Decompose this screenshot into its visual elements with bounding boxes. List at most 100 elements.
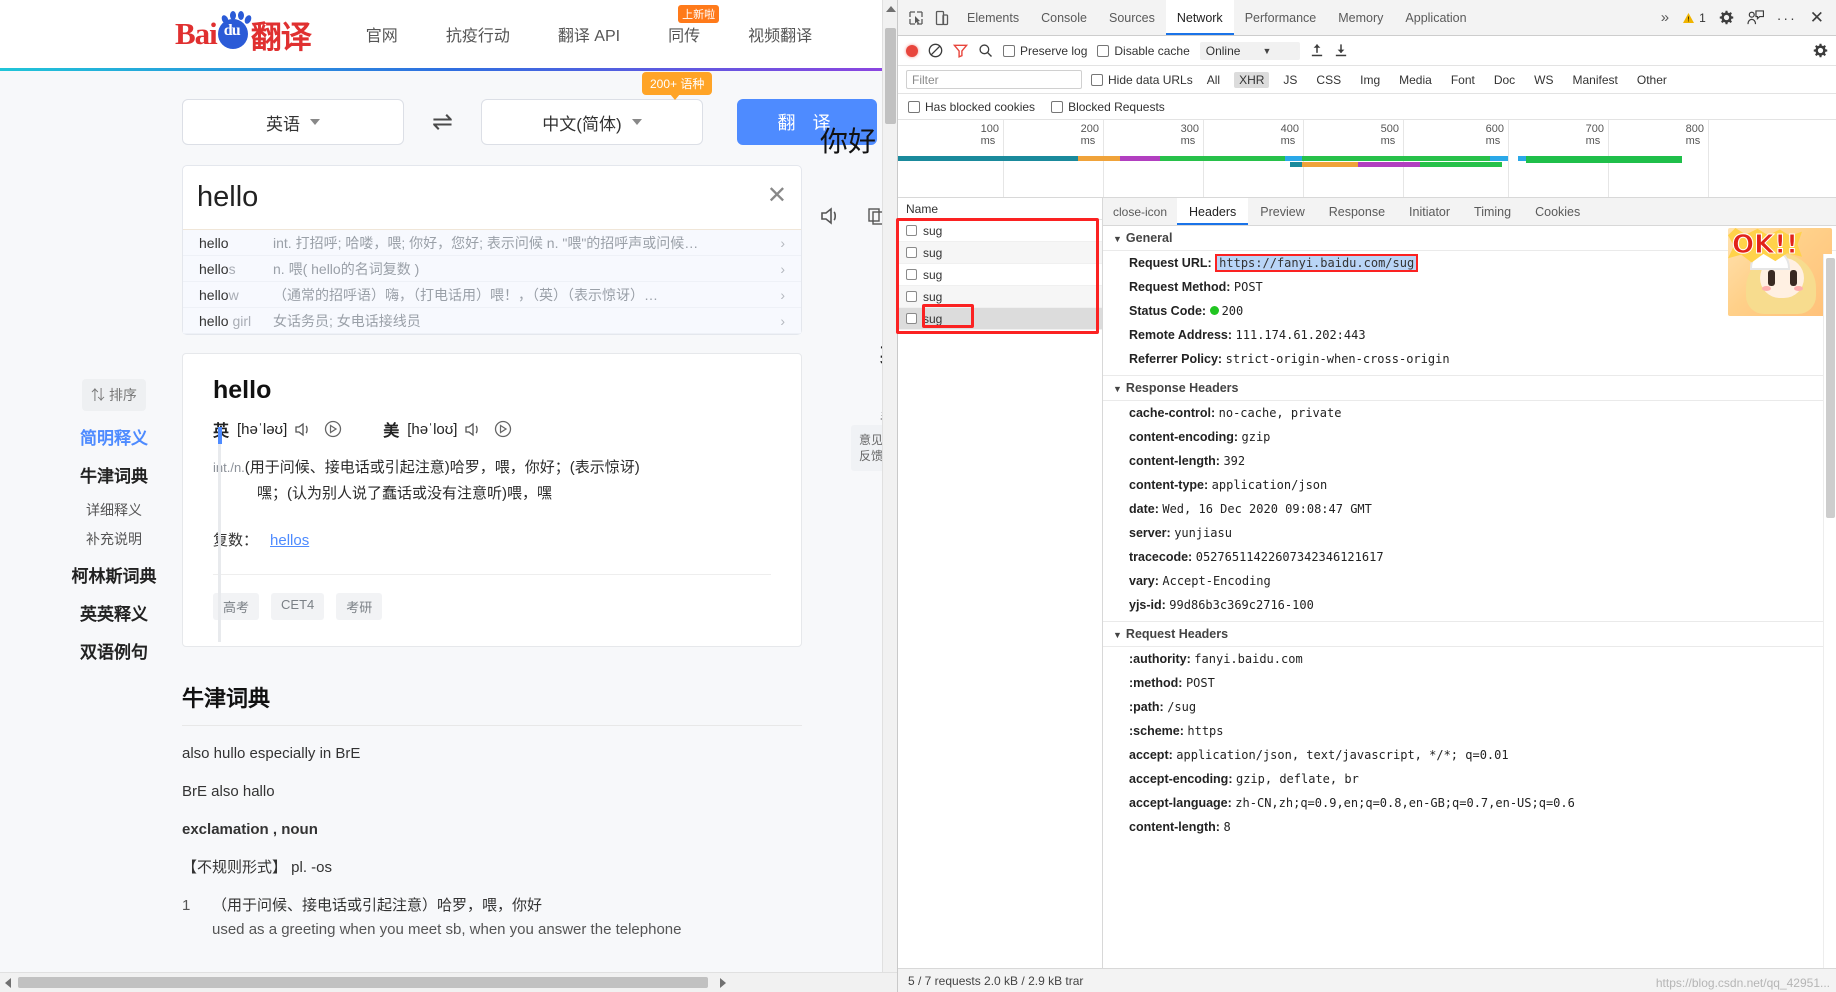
clear-input-icon[interactable]: ✕ xyxy=(767,184,787,208)
request-row[interactable]: sug xyxy=(898,220,1102,242)
suggestion-item[interactable]: hello girl 女话务员; 女电话接线员 › xyxy=(183,308,801,334)
target-language-select[interactable]: 中文(简体) xyxy=(480,99,703,145)
filter-type-doc[interactable]: Doc xyxy=(1489,72,1520,88)
filter-type-manifest[interactable]: Manifest xyxy=(1568,72,1623,88)
tab-memory[interactable]: Memory xyxy=(1327,0,1394,35)
feedback-icon[interactable] xyxy=(1747,10,1764,25)
page-vertical-scrollbar[interactable] xyxy=(882,0,897,972)
filter-type-other[interactable]: Other xyxy=(1632,72,1672,88)
sidebar-item-detail[interactable]: 详细释义 xyxy=(58,500,170,520)
filter-type-media[interactable]: Media xyxy=(1394,72,1437,88)
hide-data-urls-checkbox[interactable]: Hide data URLs xyxy=(1091,73,1193,87)
plural-link[interactable]: hellos xyxy=(270,532,309,549)
detail-tab-cookies[interactable]: Cookies xyxy=(1523,198,1592,225)
suggestion-item[interactable]: hello int. 打招呼; 哈喽，喂; 你好，您好; 表示问候 n. "喂"… xyxy=(183,230,801,256)
inspect-icon[interactable] xyxy=(908,10,924,26)
replay-icon[interactable] xyxy=(323,419,343,439)
nav-item-3[interactable]: 同传 上新啦 xyxy=(668,5,720,46)
warning-indicator[interactable]: 1 xyxy=(1682,11,1706,25)
import-har-icon[interactable] xyxy=(1310,43,1324,58)
clear-icon[interactable] xyxy=(928,43,943,58)
tab-sources[interactable]: Sources xyxy=(1098,0,1166,35)
nav-item-2[interactable]: 翻译 API xyxy=(558,22,620,46)
tab-performance[interactable]: Performance xyxy=(1234,0,1328,35)
detail-tab-response[interactable]: Response xyxy=(1317,198,1397,225)
suggestion-item[interactable]: hellow （通常的招呼语）嗨，（打电话用）喂！，（英）（表示惊讶）… › xyxy=(183,282,801,308)
speaker-icon[interactable] xyxy=(820,206,844,226)
detail-tab-headers[interactable]: Headers xyxy=(1177,198,1249,225)
scroll-left-icon[interactable] xyxy=(5,978,11,988)
network-cookiebar: Has blocked cookies Blocked Requests xyxy=(898,94,1836,120)
preserve-log-checkbox[interactable]: Preserve log xyxy=(1003,44,1087,58)
speaker-icon[interactable] xyxy=(295,421,315,438)
swap-languages-icon[interactable]: ⇌ xyxy=(432,107,453,137)
detail-tab-preview[interactable]: Preview xyxy=(1248,198,1316,225)
nav-item-1[interactable]: 抗疫行动 xyxy=(446,22,510,46)
headers-scrollbar[interactable] xyxy=(1823,254,1836,968)
scroll-thumb[interactable] xyxy=(885,28,896,124)
gear-icon[interactable] xyxy=(1719,10,1734,25)
scroll-thumb[interactable] xyxy=(1826,258,1835,518)
replay-icon[interactable] xyxy=(493,419,513,439)
sidebar-item-oxford[interactable]: 牛津词典 xyxy=(58,462,170,487)
header-value-url[interactable]: https://fanyi.baidu.com/sug xyxy=(1215,254,1419,272)
filter-type-xhr[interactable]: XHR xyxy=(1234,71,1270,88)
tab-elements[interactable]: Elements xyxy=(956,0,1030,35)
speaker-icon[interactable] xyxy=(465,421,485,438)
blocked-requests-checkbox[interactable]: Blocked Requests xyxy=(1051,100,1165,114)
source-language-select[interactable]: 英语 xyxy=(182,99,404,145)
filter-type-css[interactable]: CSS xyxy=(1311,72,1346,88)
request-row-selected[interactable]: sug xyxy=(898,308,1102,330)
response-headers-section-title[interactable]: ▼ Response Headers xyxy=(1103,375,1836,401)
source-text-input[interactable]: hello xyxy=(183,166,801,230)
close-devtools-icon[interactable]: ✕ xyxy=(1810,8,1824,28)
general-section-title[interactable]: ▼ General xyxy=(1103,226,1836,251)
nav-item-4[interactable]: 视频翻译 xyxy=(748,22,812,46)
filter-type-all[interactable]: All xyxy=(1202,72,1225,88)
scroll-up-icon[interactable] xyxy=(886,6,896,12)
disable-cache-checkbox[interactable]: Disable cache xyxy=(1097,44,1190,58)
search-icon[interactable] xyxy=(978,43,993,58)
scroll-right-icon[interactable] xyxy=(720,978,726,988)
tag-kaoyan[interactable]: 考研 xyxy=(336,593,383,620)
filter-icon[interactable] xyxy=(953,43,968,58)
header-row-referrer-policy: Referrer Policy: strict-origin-when-cros… xyxy=(1103,347,1836,371)
filter-type-js[interactable]: JS xyxy=(1278,72,1302,88)
throttling-select[interactable]: Online ▼ xyxy=(1199,41,1300,60)
filter-input[interactable]: Filter xyxy=(906,70,1082,89)
request-row[interactable]: sug xyxy=(898,286,1102,308)
settings-gear-icon[interactable] xyxy=(1813,43,1828,58)
request-headers-section-title[interactable]: ▼ Request Headers xyxy=(1103,621,1836,647)
sidebar-item-jianming[interactable]: 简明释义 xyxy=(58,424,170,449)
filter-type-ws[interactable]: WS xyxy=(1529,72,1558,88)
suggestion-item[interactable]: hellos n. 喂( hello的名词复数 ) › xyxy=(183,256,801,282)
more-options-icon[interactable]: ··· xyxy=(1777,10,1797,26)
filter-type-img[interactable]: Img xyxy=(1355,72,1385,88)
detail-tab-timing[interactable]: Timing xyxy=(1462,198,1523,225)
device-toolbar-icon[interactable] xyxy=(934,10,950,26)
record-icon[interactable] xyxy=(906,44,918,57)
has-blocked-cookies-checkbox[interactable]: Has blocked cookies xyxy=(908,100,1035,114)
sidebar-item-eng-eng[interactable]: 英英释义 xyxy=(58,600,170,625)
detail-tab-initiator[interactable]: Initiator xyxy=(1397,198,1462,225)
tab-application[interactable]: Application xyxy=(1394,0,1477,35)
sort-button[interactable]: ⇅ 排序 xyxy=(82,379,146,411)
request-row[interactable]: sug xyxy=(898,242,1102,264)
close-detail-icon[interactable]: close-icon xyxy=(1103,198,1177,225)
scroll-thumb-h[interactable] xyxy=(18,977,708,988)
baidu-fanyi-logo[interactable]: Bai 翻译 xyxy=(175,11,312,57)
tag-cet4[interactable]: CET4 xyxy=(271,593,325,620)
sidebar-item-collins[interactable]: 柯林斯词典 xyxy=(58,562,170,587)
sidebar-item-bilingual[interactable]: 双语例句 xyxy=(58,638,170,663)
nav-item-0[interactable]: 官网 xyxy=(366,22,398,46)
more-tabs-icon[interactable]: » xyxy=(1661,9,1669,26)
request-list-header[interactable]: Name xyxy=(898,198,1102,220)
tab-console[interactable]: Console xyxy=(1030,0,1098,35)
page-horizontal-scrollbar[interactable] xyxy=(0,972,897,992)
export-har-icon[interactable] xyxy=(1334,43,1348,58)
tab-network[interactable]: Network xyxy=(1165,0,1234,35)
network-overview-timeline[interactable]: 100 ms 200 ms 300 ms 400 ms 500 ms 600 m… xyxy=(898,120,1836,198)
filter-type-font[interactable]: Font xyxy=(1446,72,1480,88)
request-row[interactable]: sug xyxy=(898,264,1102,286)
sidebar-item-supplement[interactable]: 补充说明 xyxy=(58,529,170,549)
